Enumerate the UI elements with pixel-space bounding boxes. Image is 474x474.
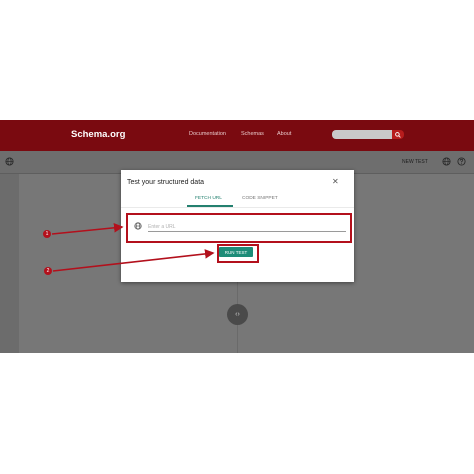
callout-1: 1 [43,230,51,238]
annotation-arrows [51,223,215,272]
callout-2: 2 [44,267,52,275]
arrow-2 [52,249,215,272]
arrow-1 [51,223,124,235]
